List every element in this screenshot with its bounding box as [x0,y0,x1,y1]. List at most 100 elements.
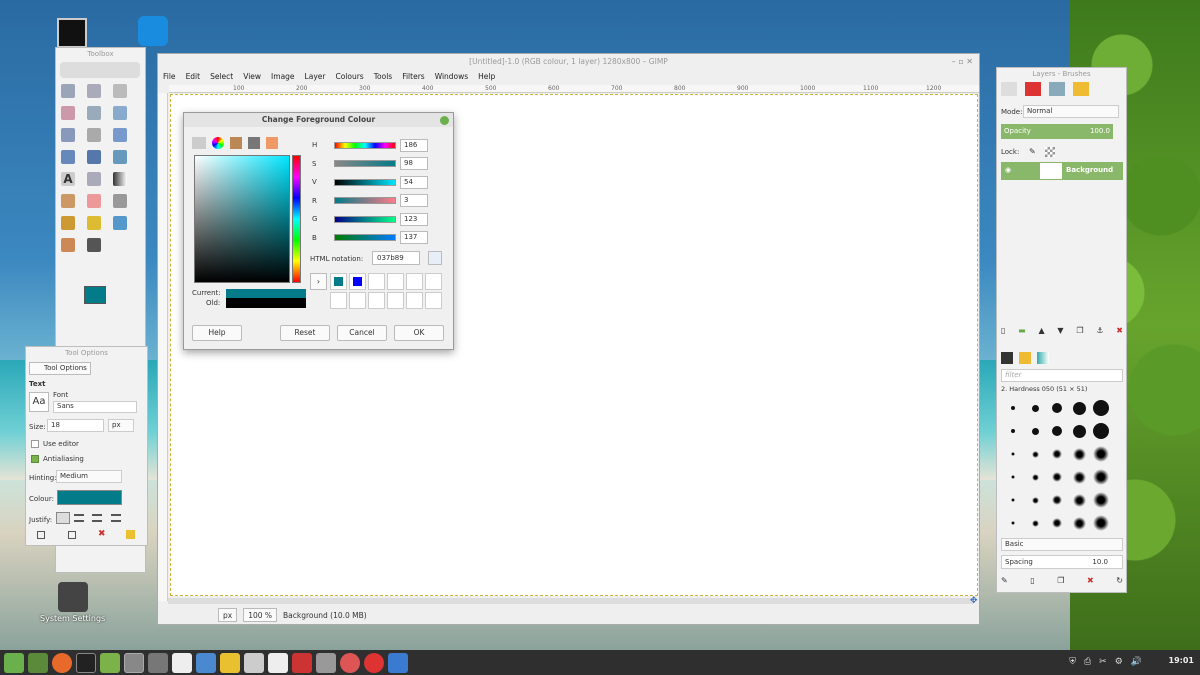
gimp-window-2-icon[interactable] [148,652,168,673]
menu-view[interactable]: View [238,71,266,83]
window-controls[interactable]: – ▫ ✕ [952,57,973,66]
slider-value-g[interactable]: 123 [400,212,428,226]
reset-button[interactable]: Reset [280,325,330,341]
slider-h[interactable] [334,141,396,149]
align-icon[interactable] [87,128,101,142]
history-swatch[interactable] [349,273,366,290]
color-picker-icon[interactable] [87,238,101,252]
brush-item[interactable] [1091,421,1111,441]
history-swatch[interactable] [425,292,442,309]
palette-selector-icon[interactable] [266,137,278,149]
brush-item[interactable] [1047,444,1067,464]
eye-icon[interactable]: ◉ [1005,166,1011,174]
chrome-icon[interactable] [340,652,360,673]
zoom-select[interactable]: 100 % [243,608,278,622]
raise-layer-icon[interactable]: ▲ [1039,326,1045,335]
brush-grid[interactable] [1003,398,1113,534]
old-colour-swatch[interactable] [226,298,306,308]
measure-icon[interactable] [113,106,127,120]
watercolor-selector-icon[interactable] [230,137,242,149]
path-icon[interactable] [61,238,75,252]
terminal-icon[interactable] [76,652,96,673]
menu-layer[interactable]: Layer [300,71,331,83]
menu-windows[interactable]: Windows [430,71,473,83]
colour-area[interactable] [194,155,290,283]
rect-select-icon[interactable] [61,84,75,98]
brush-item[interactable] [1091,513,1111,533]
smudge-icon[interactable] [87,216,101,230]
anchor-icon[interactable]: ⚓ [1096,326,1103,335]
history-swatch[interactable] [406,292,423,309]
history-swatch[interactable] [387,292,404,309]
browser-icon[interactable] [196,652,216,673]
hinting-select[interactable]: Medium [56,470,122,483]
delete-brush-icon[interactable]: ✖ [1087,576,1094,585]
gimp-wilber-icon[interactable] [220,652,240,673]
text-tool-icon[interactable]: A [61,172,75,186]
size-input[interactable]: 18 [47,419,104,432]
mode-select[interactable]: Normal [1023,105,1119,118]
antialiasing-checkbox[interactable] [31,455,39,463]
settings-icon[interactable] [316,652,336,673]
brush-item[interactable] [1025,444,1045,464]
slider-value-b[interactable]: 137 [400,231,428,244]
justify-center-icon[interactable] [92,514,102,522]
brush-item[interactable] [1025,421,1045,441]
layer-row[interactable]: ◉ Background [1001,162,1123,180]
brush-item[interactable] [1091,398,1111,418]
navigate-icon[interactable]: ✥ [970,596,978,606]
scale-icon[interactable] [87,150,101,164]
show-desktop-icon[interactable] [28,652,48,673]
brush-item[interactable] [1069,421,1089,441]
menu-image[interactable]: Image [266,71,300,83]
lower-layer-icon[interactable]: ▼ [1057,326,1063,335]
wheel-selector-icon[interactable] [212,137,224,149]
duplicate-layer-icon[interactable]: ❐ [1076,326,1083,335]
crop-icon[interactable] [113,128,127,142]
brush-item[interactable] [1091,444,1111,464]
brush-item[interactable] [1047,513,1067,533]
history-swatch[interactable] [425,273,442,290]
brush-item[interactable] [1003,467,1023,487]
brush-item[interactable] [1025,467,1045,487]
delete-layer-icon[interactable]: ✖ [1116,326,1123,335]
calculator-icon[interactable] [244,652,264,673]
slider-g[interactable] [334,215,396,223]
shear-icon[interactable] [113,150,127,164]
delete-options-icon[interactable]: ✖ [98,529,106,539]
dodge-icon[interactable] [113,216,127,230]
cancel-button[interactable]: Cancel [337,325,387,341]
history-swatch[interactable] [406,273,423,290]
writer-icon[interactable] [388,652,408,673]
recorder-icon[interactable] [364,652,384,673]
brush-item[interactable] [1047,490,1067,510]
horizontal-scrollbar[interactable] [168,598,974,604]
brush-item[interactable] [1047,398,1067,418]
brush-filter-input[interactable]: filter [1001,369,1123,382]
clone-icon[interactable] [61,216,75,230]
history-swatch[interactable] [368,292,385,309]
brush-item[interactable] [1069,398,1089,418]
horizontal-ruler[interactable]: 100 200 300 400 500 600 700 800 900 1000… [169,85,979,93]
brush-item[interactable] [1069,467,1089,487]
menu-file[interactable]: File [158,71,181,83]
system-settings-icon[interactable] [58,582,88,612]
brush-item[interactable] [1003,421,1023,441]
foreground-color-swatch[interactable] [84,286,106,304]
font-preview-button[interactable]: Aa [29,392,49,412]
fuzzy-select-icon[interactable] [61,106,75,120]
vertical-ruler[interactable] [158,93,168,601]
history-arrow-button[interactable]: › [310,273,327,290]
brush-item[interactable] [1003,490,1023,510]
menu-select[interactable]: Select [205,71,238,83]
new-brush-icon[interactable]: ▯ [1030,576,1034,585]
ellipse-select-icon[interactable] [87,84,101,98]
brush-item[interactable] [1069,444,1089,464]
menu-edit[interactable]: Edit [181,71,206,83]
brush-item[interactable] [1025,398,1045,418]
hue-strip[interactable] [292,155,301,283]
new-layer-icon[interactable]: ▯ [1001,326,1005,335]
tab-tool-options[interactable]: Tool Options [29,362,91,375]
slider-s[interactable] [334,160,396,167]
slider-r[interactable] [334,197,396,204]
